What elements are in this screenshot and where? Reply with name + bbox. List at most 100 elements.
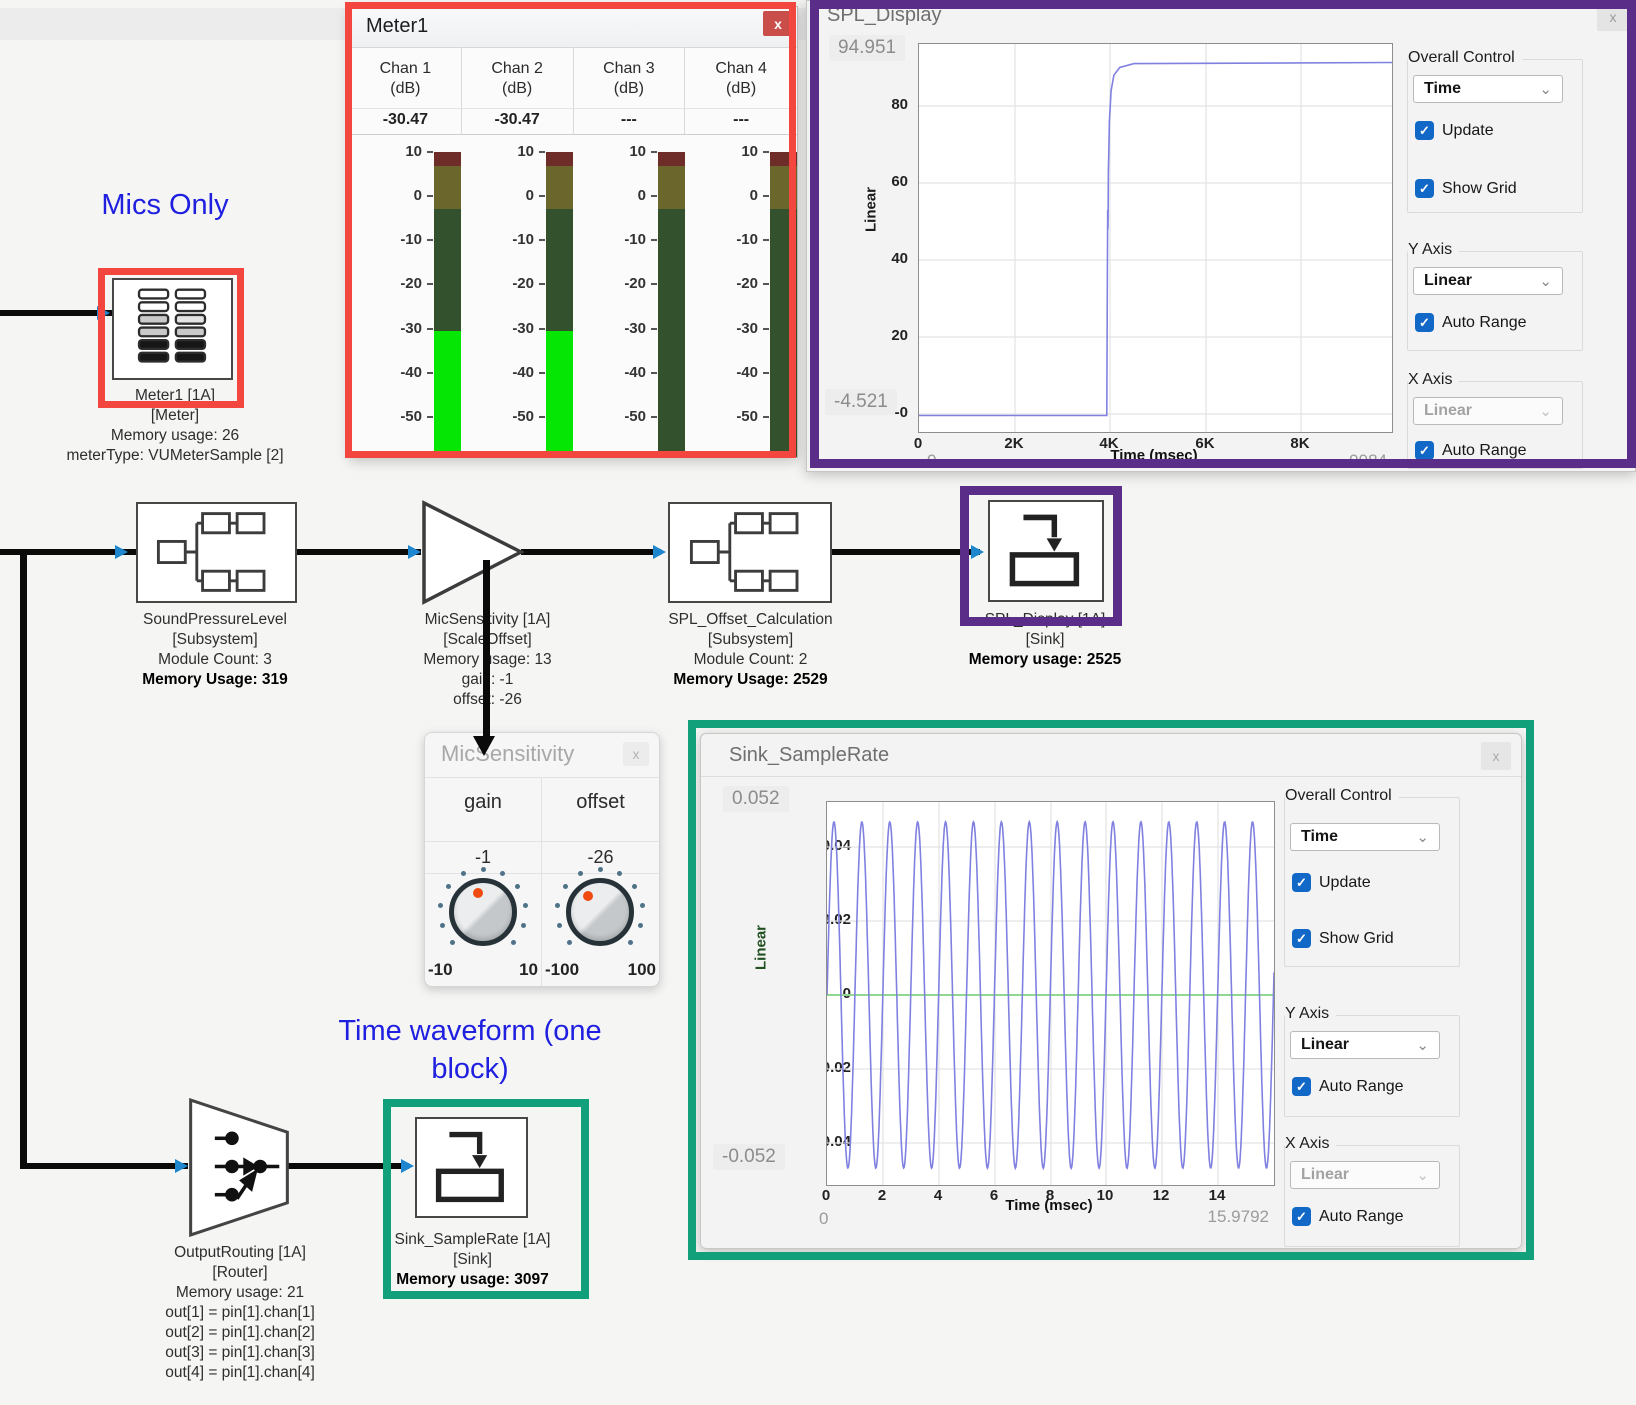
meter-scale-tick: -60 (686, 452, 758, 458)
meter-scale-tick: -40 (686, 364, 758, 381)
show-grid-checkbox[interactable]: ✓ (1415, 179, 1434, 198)
meter-scale-tick: -20 (574, 275, 646, 292)
close-icon[interactable]: x (763, 11, 793, 36)
y-auto-range-row[interactable]: ✓ Auto Range (1415, 313, 1527, 332)
y-max-readout: 94.951 (829, 35, 905, 61)
signal-wire (277, 1163, 409, 1169)
meter-scale-tick: -20 (350, 275, 422, 292)
meter-scale-tick: -50 (350, 408, 422, 425)
show-grid-checkbox-row[interactable]: ✓ Show Grid (1292, 929, 1394, 948)
y-tick: 60 (860, 173, 908, 190)
meter1-block[interactable] (112, 278, 233, 380)
meter-scale-tick: -60 (462, 452, 534, 458)
meter-channel-value: --- (574, 109, 686, 134)
meter-bars-area: 100-10-20-30-40-50-60100-10-20-30-40-50-… (350, 135, 797, 457)
input-port-icon (175, 1159, 188, 1173)
spl-display-block-label: SPL_Display [1A] [Sink] Memory usage: 25… (930, 610, 1160, 670)
signal-wire (20, 1163, 188, 1169)
update-checkbox-row[interactable]: ✓ Update (1415, 121, 1494, 140)
output-routing-block[interactable] (188, 1098, 290, 1237)
y-auto-range-checkbox[interactable]: ✓ (1292, 1077, 1311, 1096)
subsystem-icon (138, 504, 294, 600)
output-routing-block-label: OutputRouting [1A] [Router] Memory usage… (90, 1243, 390, 1383)
knob-min-label: -100 (545, 960, 579, 980)
meter-scale-tick: -50 (686, 408, 758, 425)
x-auto-range-row[interactable]: ✓ Auto Range (1415, 441, 1527, 460)
close-icon[interactable]: x (1597, 3, 1629, 31)
x-start-readout: 0 (927, 451, 936, 471)
sink-samplerate-block[interactable] (415, 1117, 528, 1218)
meter-channel-values: -30.47 -30.47 --- --- (350, 109, 797, 135)
micsensitivity-gain-block[interactable] (421, 500, 525, 605)
soundpressurelevel-block[interactable] (136, 502, 297, 603)
update-checkbox[interactable]: ✓ (1415, 121, 1434, 140)
x-start-readout: 0 (819, 1209, 828, 1229)
spl-display-block[interactable] (988, 500, 1104, 602)
x-axis-dropdown[interactable]: Linear ⌄ (1413, 397, 1563, 425)
y-axis-group: Y Axis (1407, 251, 1583, 351)
update-checkbox[interactable]: ✓ (1292, 873, 1311, 892)
spl-display-plot[interactable] (918, 43, 1393, 433)
sink-samplerate-block-label: Sink_SampleRate [1A] [Sink] Memory usage… (360, 1230, 585, 1290)
meter-scale-tick: -20 (686, 275, 758, 292)
meter1-window: Meter1 x Chan 1(dB) Chan 2(dB) Chan 3(dB… (349, 6, 798, 458)
x-auto-range-checkbox[interactable]: ✓ (1292, 1207, 1311, 1226)
y-auto-range-row[interactable]: ✓ Auto Range (1292, 1077, 1404, 1096)
show-grid-checkbox[interactable]: ✓ (1292, 929, 1311, 948)
meter-channel-value: -30.47 (350, 109, 462, 134)
spl-offset-calculation-block[interactable] (668, 502, 832, 603)
meter-scale-tick: 0 (686, 187, 758, 204)
meter-channel-header: Chan 3(dB) (574, 47, 686, 108)
close-icon[interactable]: x (1481, 742, 1511, 770)
meter-scale-tick: -50 (462, 408, 534, 425)
overall-control-dropdown[interactable]: Time ⌄ (1413, 75, 1563, 103)
close-icon[interactable]: x (623, 742, 649, 766)
micsensitivity-window-titlebar[interactable]: MicSensitivity x (425, 733, 659, 778)
offset-knob[interactable] (553, 865, 647, 959)
meter-scale-tick: 10 (574, 143, 646, 160)
meter-scale-tick: -40 (574, 364, 646, 381)
meter-scale-tick: -30 (686, 320, 758, 337)
meter-scale-tick: 10 (462, 143, 534, 160)
update-checkbox-row[interactable]: ✓ Update (1292, 873, 1371, 892)
knob-face (449, 878, 517, 946)
x-tick: 8K (1280, 435, 1320, 452)
signal-wire (0, 310, 112, 316)
spl-display-window-title: SPL_Display (827, 4, 942, 27)
time-waveform-annotation: Time waveform (one block) (300, 1012, 640, 1088)
input-port-icon (97, 306, 110, 320)
y-axis-dropdown[interactable]: Linear ⌄ (1413, 267, 1563, 295)
overall-control-dropdown[interactable]: Time ⌄ (1290, 823, 1440, 851)
meter-scale-tick: 0 (574, 187, 646, 204)
y-min-readout: -0.052 (713, 1144, 785, 1170)
meter1-block-label: Meter1 [1A] [Meter] Memory usage: 26 met… (30, 386, 320, 466)
x-auto-range-checkbox[interactable]: ✓ (1415, 441, 1434, 460)
meter-scale-tick: -40 (350, 364, 422, 381)
input-port-icon (115, 545, 128, 559)
sink-icon (417, 1119, 525, 1215)
meter-channel-header: Chan 4(dB) (685, 47, 797, 108)
x-tick: 0 (806, 1187, 846, 1204)
meter-scale-tick: 0 (350, 187, 422, 204)
sink-samplerate-window: Sink_SampleRate x 0.052 -0.052 Linear 0.… (700, 733, 1522, 1249)
meter-scale-tick: -60 (574, 452, 646, 458)
micsensitivity-window-title: MicSensitivity (441, 741, 574, 767)
gain-knob[interactable] (436, 865, 530, 959)
subsystem-icon (670, 504, 828, 600)
show-grid-checkbox-row[interactable]: ✓ Show Grid (1415, 179, 1517, 198)
x-tick: 4 (918, 1187, 958, 1204)
meter1-window-titlebar[interactable]: Meter1 x (350, 7, 797, 48)
meter-scale-tick: 10 (686, 143, 758, 160)
chevron-down-icon: ⌄ (1539, 272, 1552, 290)
x-axis-dropdown[interactable]: Linear ⌄ (1290, 1161, 1440, 1189)
y-axis-dropdown[interactable]: Linear ⌄ (1290, 1031, 1440, 1059)
meter-scale-tick: -30 (574, 320, 646, 337)
knob-max-label: 10 (519, 960, 538, 980)
sink-samplerate-plot[interactable]: 0.04 0.02 0 0.02 0.04 (826, 801, 1275, 1186)
x-auto-range-row[interactable]: ✓ Auto Range (1292, 1207, 1404, 1226)
meter-channel-value: -30.47 (462, 109, 574, 134)
y-tick: 20 (860, 327, 908, 344)
y-axis-title: Linear (753, 908, 770, 988)
meter-channel-header: Chan 1(dB) (350, 47, 462, 108)
y-auto-range-checkbox[interactable]: ✓ (1415, 313, 1434, 332)
